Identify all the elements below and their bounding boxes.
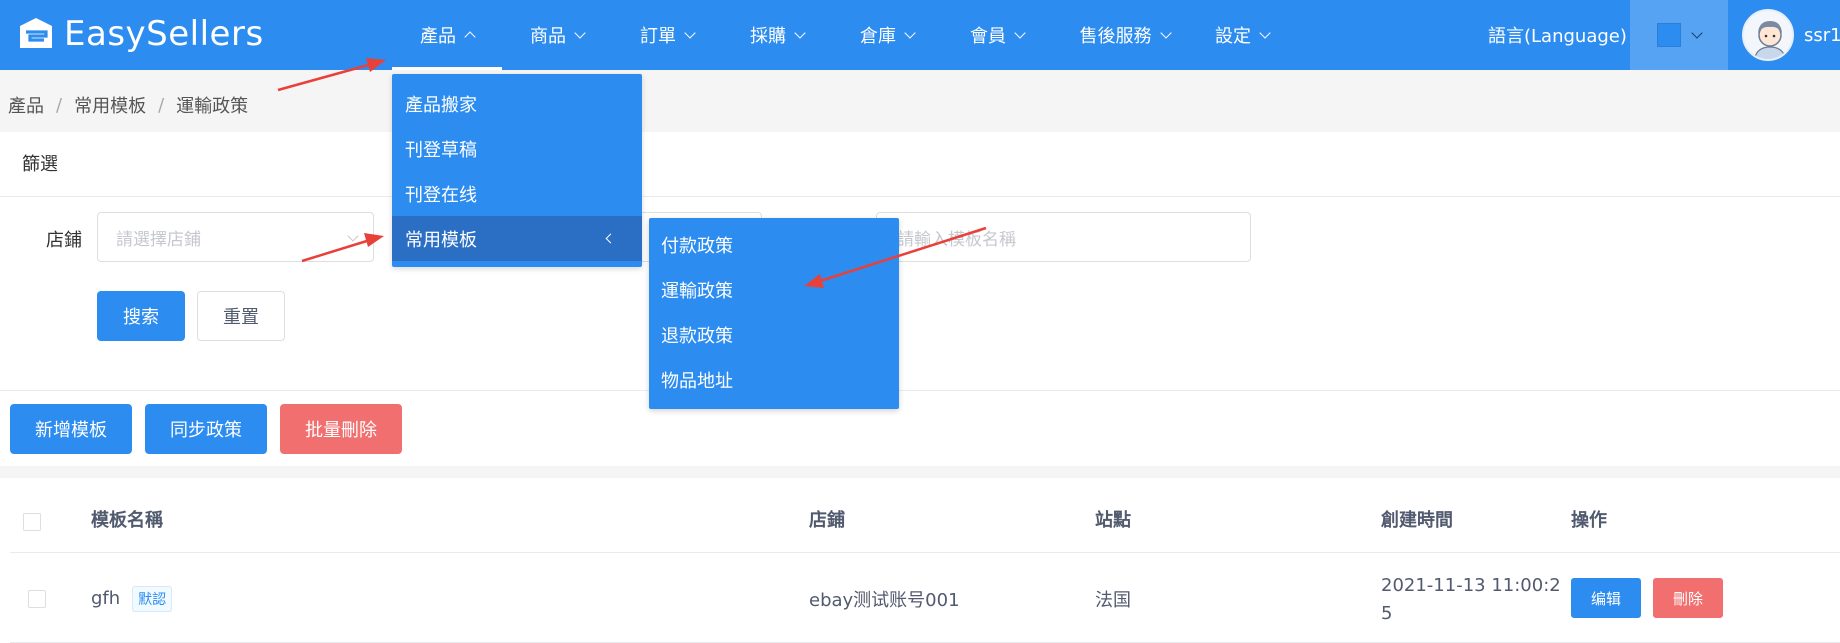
logo-text: EasySellers xyxy=(64,14,264,54)
chevron-down-icon xyxy=(1159,26,1172,39)
chevron-down-icon xyxy=(1259,26,1271,39)
nav-label: 倉庫 xyxy=(860,26,896,47)
submenu-item-item-location[interactable]: 物品地址 xyxy=(649,357,899,402)
nav-label: 採購 xyxy=(750,26,786,47)
submenu-item-payment-policy[interactable]: 付款政策 xyxy=(649,222,899,267)
nav-item-product[interactable]: 產品 xyxy=(392,0,502,70)
nav-item-settings[interactable]: 設定 xyxy=(1197,0,1287,70)
search-button[interactable]: 搜索 xyxy=(97,291,185,341)
language-switch[interactable]: 語言(Language) xyxy=(1488,0,1627,70)
breadcrumb-item[interactable]: 產品 xyxy=(8,92,44,118)
created-time-line: 5 xyxy=(1381,603,1393,624)
logo[interactable]: EasySellers xyxy=(16,12,264,56)
template-name-placeholder: 請輸入模板名稱 xyxy=(897,229,1016,250)
site-cell: 法国 xyxy=(1095,590,1131,611)
nav-item-members[interactable]: 會員 xyxy=(942,0,1052,70)
template-table: 模板名稱 店鋪 站點 創建時間 操作 gfh 默認 ebay测试账号001 法国 … xyxy=(0,478,1840,643)
store-label: 店鋪 xyxy=(46,230,82,251)
add-template-button[interactable]: 新增模板 xyxy=(10,404,132,454)
breadcrumb-separator: / xyxy=(158,94,165,116)
chevron-down-icon xyxy=(1014,26,1026,39)
table-row: gfh 默認 ebay测试账号001 法国 2021-11-13 11:00:2 … xyxy=(10,554,1840,643)
breadcrumb-item[interactable]: 常用模板 xyxy=(74,92,146,118)
nav-item-after-sales[interactable]: 售後服務 xyxy=(1052,0,1197,70)
chevron-down-icon xyxy=(684,26,696,39)
filter-title: 篩選 xyxy=(22,154,58,175)
product-dropdown-menu: 產品搬家 刊登草稿 刊登在线 常用模板 xyxy=(392,74,642,267)
template-name-cell: gfh 默認 xyxy=(91,586,173,612)
menu-item-product-migration[interactable]: 產品搬家 xyxy=(392,81,642,126)
top-navbar: EasySellers 產品 商品 訂單 採購 倉庫 會員 售後服務 設定 語言… xyxy=(0,0,1840,70)
row-checkbox[interactable] xyxy=(28,590,46,608)
menu-item-listing-online[interactable]: 刊登在线 xyxy=(392,171,642,216)
store-select-placeholder: 請選擇店鋪 xyxy=(116,229,201,250)
user-menu[interactable]: ssr1 xyxy=(1742,6,1840,64)
chevron-down-icon xyxy=(1691,26,1703,39)
nav-item-goods[interactable]: 商品 xyxy=(502,0,612,70)
store-cell: ebay测试账号001 xyxy=(809,590,960,611)
nav-label: 產品 xyxy=(420,26,456,47)
chevron-down-icon xyxy=(574,26,586,39)
column-header: 店鋪 xyxy=(809,510,845,531)
chevron-down-icon xyxy=(347,230,359,242)
nav-item-purchase[interactable]: 採購 xyxy=(722,0,832,70)
created-time-line: 2021-11-13 11:00:2 xyxy=(1381,575,1561,596)
sync-policy-button[interactable]: 同步政策 xyxy=(145,404,267,454)
submenu-item-shipping-policy[interactable]: 運輸政策 xyxy=(649,267,899,312)
menu-item-common-templates[interactable]: 常用模板 xyxy=(392,216,642,261)
nav-label: 會員 xyxy=(970,26,1006,47)
chevron-down-icon xyxy=(794,26,806,39)
menu-item-listing-drafts[interactable]: 刊登草稿 xyxy=(392,126,642,171)
column-header: 站點 xyxy=(1095,510,1131,531)
edit-button[interactable]: 编辑 xyxy=(1571,578,1641,618)
avatar xyxy=(1742,9,1794,61)
default-tag: 默認 xyxy=(132,586,173,612)
table-header: 模板名稱 店鋪 站點 創建時間 操作 xyxy=(10,478,1840,553)
theme-color-picker[interactable] xyxy=(1630,0,1728,70)
nav-label: 售後服務 xyxy=(1079,26,1152,47)
chevron-left-icon xyxy=(605,233,616,244)
divider xyxy=(0,196,1840,197)
delete-button[interactable]: 刪除 xyxy=(1653,578,1723,618)
nav-item-orders[interactable]: 訂單 xyxy=(612,0,722,70)
templates-submenu: 付款政策 運輸政策 退款政策 物品地址 xyxy=(649,218,899,409)
action-toolbar: 新增模板 同步政策 批量刪除 xyxy=(0,390,1840,466)
breadcrumb-separator: / xyxy=(56,94,63,116)
template-name-input[interactable]: 請輸入模板名稱 xyxy=(876,212,1251,262)
chevron-up-icon xyxy=(464,31,476,43)
column-header: 操作 xyxy=(1571,510,1607,531)
nav-label: 訂單 xyxy=(640,26,676,47)
nav-label: 設定 xyxy=(1215,26,1251,47)
created-time-cell: 2021-11-13 11:00:2 5 xyxy=(1381,572,1561,628)
theme-color-swatch xyxy=(1657,23,1681,47)
select-all-checkbox[interactable] xyxy=(23,513,41,531)
breadcrumb: 產品 / 常用模板 / 運輸政策 xyxy=(8,92,248,118)
menu-item-label: 常用模板 xyxy=(405,229,477,251)
nav-item-warehouse[interactable]: 倉庫 xyxy=(832,0,942,70)
chevron-down-icon xyxy=(904,26,916,39)
column-header: 模板名稱 xyxy=(91,510,163,531)
main-nav: 產品 商品 訂單 採購 倉庫 會員 售後服務 設定 xyxy=(392,0,1287,70)
template-name: gfh xyxy=(91,588,121,609)
filter-panel: 篩選 店鋪 請選擇店鋪 請輸入模板名稱 搜索 重置 xyxy=(0,132,1840,390)
batch-delete-button[interactable]: 批量刪除 xyxy=(280,404,402,454)
store-select[interactable]: 請選擇店鋪 xyxy=(97,212,374,262)
breadcrumb-item-current: 運輸政策 xyxy=(176,96,249,117)
nav-label: 商品 xyxy=(530,26,566,47)
column-header: 創建時間 xyxy=(1381,510,1453,531)
reset-button[interactable]: 重置 xyxy=(197,291,285,341)
logo-icon xyxy=(16,14,56,54)
username: ssr1 xyxy=(1804,24,1840,46)
submenu-item-return-policy[interactable]: 退款政策 xyxy=(649,312,899,357)
